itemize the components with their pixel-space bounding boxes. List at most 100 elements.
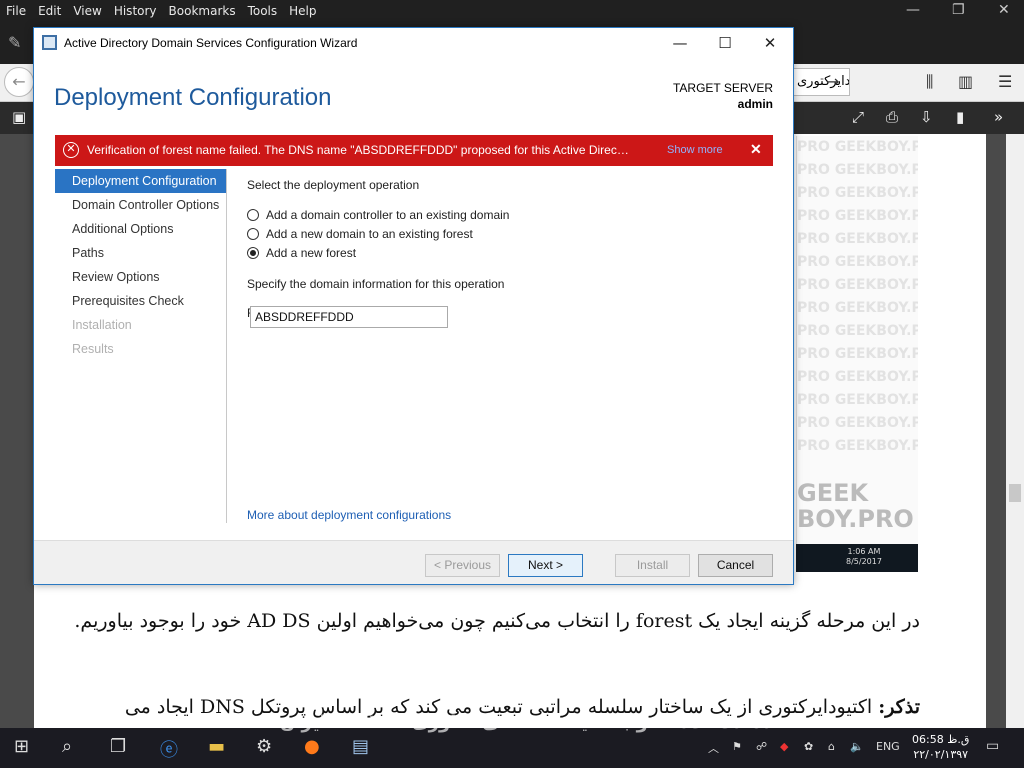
menu-bookmarks[interactable]: Bookmarks bbox=[163, 4, 242, 18]
firefox-icon[interactable]: ● bbox=[304, 736, 320, 757]
site-watermark: Tosinso.com - وب سایت تخصصی فناوری اطلاع… bbox=[280, 712, 792, 733]
watermark-text: PRO GEEKBOY.PR bbox=[797, 438, 918, 454]
close-icon[interactable]: ✕ bbox=[992, 2, 1016, 18]
search-icon[interactable]: ⌕ bbox=[62, 736, 72, 757]
article-paragraph: در این مرحله گزینه ایجاد یک forest را ان… bbox=[74, 610, 920, 632]
watermark-text: PRO GEEKBOY.PR bbox=[797, 208, 918, 224]
radio-add-dc-existing-domain[interactable]: Add a domain controller to an existing d… bbox=[247, 205, 767, 224]
menu-edit[interactable]: Edit bbox=[32, 4, 67, 18]
step-deployment-configuration[interactable]: Deployment Configuration bbox=[55, 169, 226, 193]
radio-label: Add a domain controller to an existing d… bbox=[266, 207, 510, 222]
print-icon[interactable]: ⎙ bbox=[886, 108, 898, 126]
go-arrow-icon[interactable]: → bbox=[826, 72, 839, 91]
reader-sidebar-icon[interactable]: ▣ bbox=[12, 108, 26, 126]
server-manager-taskbar-icon[interactable]: ⚙ bbox=[256, 736, 272, 757]
server-manager-icon bbox=[42, 35, 57, 50]
dialog-titlebar[interactable]: Active Directory Domain Services Configu… bbox=[34, 28, 793, 58]
step-installation: Installation bbox=[72, 318, 132, 332]
taskbar-clock[interactable]: 06:58 ق.ظ ۲۲/۰۲/۱۳۹۷ bbox=[912, 732, 969, 762]
start-windows-icon[interactable]: ⊞ bbox=[14, 736, 29, 757]
wizard-taskbar-icon[interactable]: ▤ bbox=[352, 736, 369, 757]
select-operation-label: Select the deployment operation bbox=[247, 178, 420, 192]
step-additional-options[interactable]: Additional Options bbox=[55, 217, 226, 241]
page-heading: Deployment Configuration bbox=[54, 84, 332, 111]
library-icon[interactable]: ⫼ bbox=[926, 72, 933, 92]
task-view-icon[interactable]: ❐ bbox=[110, 736, 126, 757]
radio-label: Add a new domain to an existing forest bbox=[266, 226, 473, 241]
sidebar-icon[interactable]: ▥ bbox=[958, 72, 973, 91]
tray-app-icon[interactable]: ◆ bbox=[780, 740, 788, 753]
browser-menubar: File Edit View History Bookmarks Tools H… bbox=[0, 0, 1024, 22]
save-icon[interactable]: ⇩ bbox=[920, 108, 933, 126]
error-banner: ✕ Verification of forest name failed. Th… bbox=[55, 135, 773, 166]
menu-view[interactable]: View bbox=[67, 4, 107, 18]
network-icon[interactable]: ⌂ bbox=[828, 740, 835, 753]
watermark-text: PRO GEEKBOY.PR bbox=[797, 277, 918, 293]
target-server: TARGET SERVER admin bbox=[673, 80, 773, 112]
dialog-maximize-icon[interactable]: ☐ bbox=[707, 31, 743, 55]
cancel-button[interactable]: Cancel bbox=[698, 554, 773, 577]
tray-app-icon[interactable]: ☍ bbox=[756, 740, 767, 753]
step-results: Results bbox=[72, 342, 114, 356]
screenshot-taskbar-thumb: 1:06 AM 8/5/2017 bbox=[796, 544, 918, 572]
root-domain-input[interactable] bbox=[250, 306, 448, 328]
dialog-minimize-icon[interactable]: — bbox=[662, 31, 698, 55]
watermark-text: PRO GEEKBOY.PR bbox=[797, 254, 918, 270]
menu-history[interactable]: History bbox=[108, 4, 163, 18]
dismiss-error-icon[interactable]: ✕ bbox=[750, 141, 762, 158]
screenshot-watermark-strip: PRO GEEKBOY.PR PRO GEEKBOY.PR PRO GEEKBO… bbox=[796, 136, 918, 572]
restore-icon[interactable]: ❐ bbox=[946, 2, 971, 18]
error-message: Verification of forest name failed. The … bbox=[87, 143, 632, 157]
watermark-text: PRO GEEKBOY.PR bbox=[797, 369, 918, 385]
fullscreen-icon[interactable]: ⤢ bbox=[852, 108, 864, 126]
next-button[interactable]: Next > bbox=[508, 554, 583, 577]
more-about-deployment-link[interactable]: More about deployment configurations bbox=[247, 508, 451, 522]
watermark-text: PRO GEEKBOY.PR bbox=[797, 300, 918, 316]
radio-button[interactable] bbox=[247, 208, 259, 221]
internet-explorer-icon[interactable]: ⓔ bbox=[160, 736, 178, 762]
step-review-options[interactable]: Review Options bbox=[55, 265, 226, 289]
tray-chevron-icon[interactable]: ︿ bbox=[708, 740, 719, 756]
radio-button[interactable] bbox=[247, 227, 259, 240]
pen-icon: ✎ bbox=[8, 33, 22, 52]
previous-button: < Previous bbox=[425, 554, 500, 577]
nav-divider bbox=[226, 169, 227, 523]
more-tools-icon[interactable]: » bbox=[994, 108, 1003, 126]
step-domain-controller-options[interactable]: Domain Controller Options bbox=[55, 193, 226, 217]
tray-app-icon[interactable]: ✿ bbox=[804, 740, 813, 753]
minimize-icon[interactable]: — bbox=[900, 2, 926, 18]
radio-add-new-forest[interactable]: Add a new forest bbox=[247, 243, 767, 262]
watermark-text: PRO GEEKBOY.PR bbox=[797, 346, 918, 362]
volume-icon[interactable]: 🔈 bbox=[850, 740, 864, 753]
install-button: Install bbox=[615, 554, 690, 577]
windows-taskbar: ⊞ ⌕ ❐ ⓔ ▬ ⚙ ● ▤ ︿ ⚑ ☍ ◆ ✿ ⌂ 🔈 ENG 06:58 … bbox=[0, 728, 1024, 768]
menu-tools[interactable]: Tools bbox=[242, 4, 284, 18]
show-more-link[interactable]: Show more bbox=[667, 144, 723, 156]
error-icon: ✕ bbox=[63, 142, 79, 158]
tray-app-icon[interactable]: ⚑ bbox=[732, 740, 742, 753]
deployment-form: Select the deployment operation Add a do… bbox=[247, 178, 767, 320]
bookmark-icon[interactable]: ▮ bbox=[956, 108, 964, 126]
language-indicator[interactable]: ENG bbox=[876, 740, 900, 753]
clock-time: 06:58 ق.ظ bbox=[912, 733, 970, 746]
watermark-text: PRO GEEKBOY.PR bbox=[797, 323, 918, 339]
file-explorer-icon[interactable]: ▬ bbox=[208, 736, 225, 757]
document-scrollbar[interactable] bbox=[1006, 134, 1024, 728]
target-server-value: admin bbox=[737, 97, 773, 111]
dialog-close-icon[interactable]: ✕ bbox=[752, 31, 788, 55]
hamburger-menu-icon[interactable]: ☰ bbox=[998, 72, 1012, 91]
screen: File Edit View History Bookmarks Tools H… bbox=[0, 0, 1024, 768]
step-prerequisites-check[interactable]: Prerequisites Check bbox=[55, 289, 226, 313]
url-bar[interactable]: دایرکتوری bbox=[792, 68, 850, 96]
menu-help[interactable]: Help bbox=[283, 4, 322, 18]
radio-button-checked[interactable] bbox=[247, 246, 259, 259]
watermark-text: PRO GEEKBOY.PR bbox=[797, 415, 918, 431]
scrollbar-thumb[interactable] bbox=[1009, 484, 1021, 502]
notification-icon[interactable]: ▭ bbox=[986, 738, 999, 754]
back-button[interactable]: ← bbox=[4, 67, 34, 97]
thumb-time: 1:06 AM bbox=[847, 547, 881, 556]
dialog-title: Active Directory Domain Services Configu… bbox=[64, 36, 358, 50]
radio-add-domain-existing-forest[interactable]: Add a new domain to an existing forest bbox=[247, 224, 767, 243]
menu-file[interactable]: File bbox=[0, 4, 32, 18]
step-paths[interactable]: Paths bbox=[55, 241, 226, 265]
